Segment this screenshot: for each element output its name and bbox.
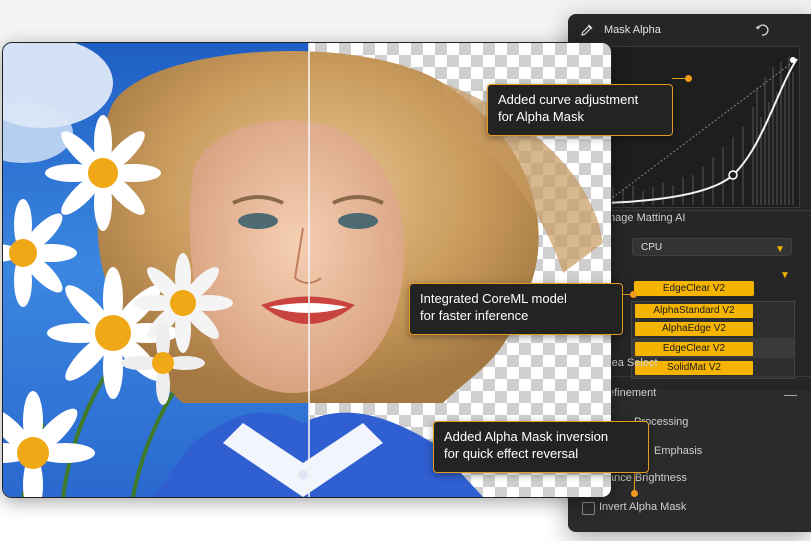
invert-alpha-checkbox[interactable] <box>582 502 595 515</box>
chevron-down-icon: ▼ <box>775 244 785 255</box>
matting-section-label: mage Matting AI <box>606 212 686 224</box>
device-select[interactable]: CPU ▼ <box>632 238 792 256</box>
model-option[interactable]: EdgeClear V2 <box>635 342 753 356</box>
chevron-down-icon[interactable]: ▼ <box>780 270 805 281</box>
curve-end-point <box>790 57 796 63</box>
eyedropper-icon[interactable] <box>580 23 594 37</box>
invert-alpha-label: Invert Alpha Mask <box>599 501 687 513</box>
callout-line: Added curve adjustment <box>498 92 639 107</box>
model-option[interactable]: AlphaStandard V2 <box>635 304 753 318</box>
callout-line: for faster inference <box>420 308 529 323</box>
callout-line: Added Alpha Mask inversion <box>444 429 609 444</box>
undo-icon[interactable] <box>754 22 770 38</box>
callout-line: for quick effect reversal <box>444 446 579 461</box>
callout-line: for Alpha Mask <box>498 109 584 124</box>
brightness-label: ance Brightness <box>608 472 687 484</box>
curve-control-point <box>728 170 738 180</box>
invert-callout: Added Alpha Mask inversion for quick eff… <box>433 421 649 473</box>
model-select-value[interactable]: EdgeClear V2 <box>634 281 754 296</box>
panel-title: Mask Alpha <box>604 24 661 36</box>
device-select-value: CPU <box>641 242 663 253</box>
minus-icon[interactable]: — <box>784 387 797 402</box>
curve-callout: Added curve adjustment for Alpha Mask <box>487 84 673 136</box>
callout-dot <box>685 75 692 82</box>
area-select-label: rea Select <box>608 357 658 369</box>
coreml-callout: Integrated CoreML model for faster infer… <box>409 283 623 335</box>
callout-leader <box>634 472 635 492</box>
callout-line: Integrated CoreML model <box>420 291 567 306</box>
emphasis-label: Emphasis <box>654 445 703 457</box>
callout-dot <box>630 291 637 298</box>
model-option[interactable]: AlphaEdge V2 <box>635 322 753 336</box>
refinement-label: efinement <box>608 387 657 399</box>
callout-dot <box>631 490 638 497</box>
